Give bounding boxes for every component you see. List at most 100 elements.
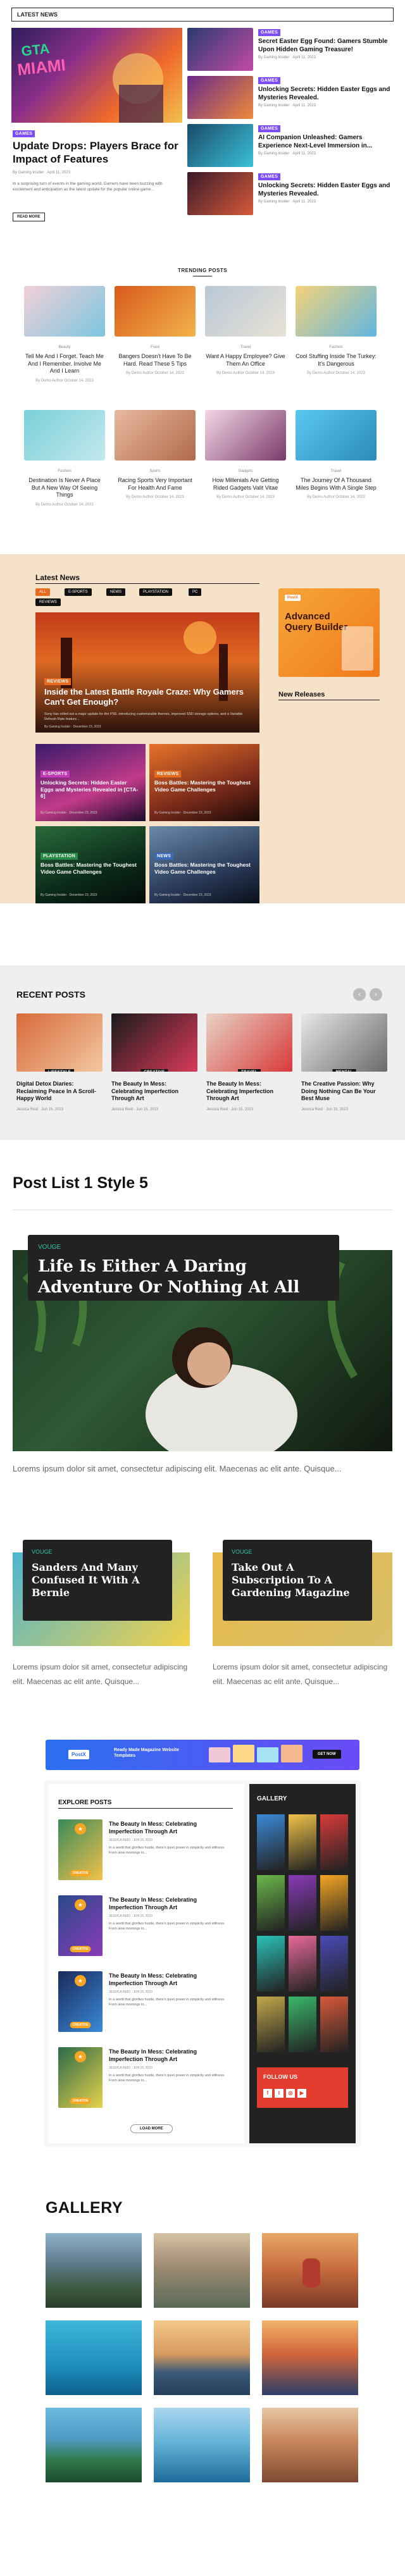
- explore-post-image[interactable]: CREATIVE ★: [58, 1971, 103, 2032]
- trending-post-title[interactable]: Want A Happy Employee? Give Them An Offi…: [205, 353, 286, 368]
- trending-post-card[interactable]: Sports Racing Sports Very Important For H…: [115, 410, 196, 499]
- recent-post-label[interactable]: TRAVEL: [238, 1069, 261, 1072]
- recent-post-label[interactable]: MENTAL: [332, 1069, 356, 1072]
- recent-post-image[interactable]: CREATIVE: [111, 1013, 197, 1072]
- recent-post-card[interactable]: CREATIVE The Beauty In Mess: Celebrating …: [111, 1013, 197, 1112]
- trending-post-image[interactable]: [115, 410, 196, 461]
- explore-gallery-image[interactable]: [289, 1936, 316, 1991]
- explore-post-title[interactable]: The Beauty In Mess: Celebrating Imperfec…: [109, 1897, 229, 1911]
- recent-post-title[interactable]: The Beauty In Mess: Celebrating Imperfec…: [111, 1081, 197, 1103]
- explore-post-badge[interactable]: CREATIVE: [70, 2022, 91, 2028]
- explore-gallery-image[interactable]: [320, 1997, 348, 2052]
- trending-post-image[interactable]: [205, 410, 286, 461]
- template-banner[interactable]: PostX Ready Made Magazine Website Templa…: [46, 1740, 359, 1770]
- trending-post-image[interactable]: [205, 286, 286, 337]
- gaming-grid-badge[interactable]: NEWS: [154, 853, 174, 860]
- recent-post-image[interactable]: TRAVEL: [206, 1013, 292, 1072]
- explore-gallery-image[interactable]: [257, 1997, 285, 2052]
- side-news-title[interactable]: Unlocking Secrets: Hidden Easter Eggs an…: [258, 86, 394, 102]
- trending-post-category[interactable]: Fashion: [296, 345, 377, 349]
- explore-gallery-image[interactable]: [320, 1814, 348, 1870]
- trending-post-title[interactable]: Bangers Doesn't Have To Be Hard. Read Th…: [115, 353, 196, 368]
- trending-post-category[interactable]: Travel: [205, 345, 286, 349]
- recent-post-card[interactable]: MENTAL The Creative Passion: Why Doing No…: [301, 1013, 387, 1112]
- explore-post-badge[interactable]: CREATIVE: [70, 2098, 91, 2104]
- explore-post[interactable]: CREATIVE ★ The Beauty In Mess: Celebrating…: [58, 1819, 235, 1883]
- post-list-main-box[interactable]: VOUGE Life Is Either A Daring Adventure …: [28, 1235, 339, 1301]
- gaming-grid-badge[interactable]: PLAYSTATION: [40, 853, 78, 860]
- gaming-tab[interactable]: NEWS: [106, 588, 125, 596]
- post-card-1-box[interactable]: VOUGE Sanders And Many Confused It With …: [23, 1540, 172, 1621]
- trending-post-image[interactable]: [296, 286, 377, 337]
- recent-post-image[interactable]: MENTAL: [301, 1013, 387, 1072]
- trending-post-card[interactable]: Fashion Cool Stuffing Inside The Turkey: …: [296, 286, 377, 375]
- trending-post-image[interactable]: [296, 410, 377, 461]
- explore-gallery-image[interactable]: [257, 1814, 285, 1870]
- side-news-image[interactable]: [187, 172, 253, 215]
- post-card-1-cat[interactable]: VOUGE: [32, 1549, 53, 1555]
- post-card-2-cat[interactable]: VOUGE: [232, 1549, 252, 1555]
- side-news-badge[interactable]: Games: [258, 173, 281, 180]
- gaming-grid-title[interactable]: Boss Battles: Mastering the Toughest Vid…: [154, 862, 254, 875]
- gallery-image-desert-traveler[interactable]: [262, 2233, 358, 2308]
- trending-post-category[interactable]: Gadgets: [205, 469, 286, 473]
- recent-post-label[interactable]: CREATIVE: [140, 1069, 168, 1072]
- trending-post-title[interactable]: Tell Me And I Forget. Teach Me And I Rem…: [24, 353, 105, 375]
- gaming-hero[interactable]: REVIEWS Inside the Latest Battle Royale …: [35, 612, 259, 733]
- explore-post-image[interactable]: CREATIVE ★: [58, 1819, 103, 1880]
- trending-post-category[interactable]: Food: [115, 345, 196, 349]
- gallery-image-mountains[interactable]: [154, 2233, 250, 2308]
- explore-post[interactable]: CREATIVE ★ The Beauty In Mess: Celebrating…: [58, 1895, 235, 1959]
- trending-post-card[interactable]: Gadgets How Millenials Are Getting Rided …: [205, 410, 286, 499]
- recent-post-label[interactable]: LIFESTYLE: [45, 1069, 74, 1072]
- trending-post-category[interactable]: Travel: [296, 469, 377, 473]
- trending-post-title[interactable]: Racing Sports Very Important For Health …: [115, 477, 196, 492]
- post-card-2-title[interactable]: Take Out A Subscription To A Gardening M…: [232, 1561, 364, 1599]
- side-news-badge[interactable]: Games: [258, 125, 281, 132]
- gaming-tab[interactable]: ALL: [35, 588, 50, 596]
- recent-post-title[interactable]: Digital Detox Diaries: Reclaiming Peace …: [16, 1081, 103, 1103]
- facebook-icon[interactable]: f: [263, 2089, 272, 2098]
- recent-post-title[interactable]: The Beauty In Mess: Celebrating Imperfec…: [206, 1081, 292, 1103]
- side-news-title[interactable]: Secret Easter Egg Found: Gamers Stumble …: [258, 38, 394, 54]
- trending-post-title[interactable]: The Journey Of A Thousand Miles Begins W…: [296, 477, 377, 492]
- gaming-grid-card[interactable]: REVIEWS Boss Battles: Mastering the Tough…: [149, 744, 259, 821]
- twitter-icon[interactable]: t: [275, 2089, 284, 2098]
- gallery-image-mountain-lake[interactable]: [46, 2233, 142, 2308]
- gaming-grid-card[interactable]: PLAYSTATION Boss Battles: Mastering the T…: [35, 826, 146, 903]
- explore-post-title[interactable]: The Beauty In Mess: Celebrating Imperfec…: [109, 2048, 229, 2063]
- side-news-badge[interactable]: Games: [258, 29, 281, 36]
- trending-post-card[interactable]: Fashion Destination Is Never A Place But …: [24, 410, 105, 507]
- gallery-image-canoe[interactable]: [154, 2320, 250, 2395]
- gaming-hero-badge[interactable]: REVIEWS: [44, 678, 72, 685]
- explore-gallery-image[interactable]: [257, 1936, 285, 1991]
- gallery-image-canal-city[interactable]: [262, 2320, 358, 2395]
- gaming-grid-title[interactable]: Boss Battles: Mastering the Toughest Vid…: [154, 779, 254, 793]
- gaming-tab[interactable]: PLAYSTATION: [139, 588, 173, 596]
- explore-post-title[interactable]: The Beauty In Mess: Celebrating Imperfec…: [109, 1972, 229, 1987]
- recent-post-card[interactable]: LIFESTYLE Digital Detox Diaries: Reclaimi…: [16, 1013, 103, 1112]
- trending-post-card[interactable]: Food Bangers Doesn't Have To Be Hard. Rea…: [115, 286, 196, 375]
- recent-post-title[interactable]: The Creative Passion: Why Doing Nothing …: [301, 1081, 387, 1103]
- read-more-button[interactable]: READ MORE: [13, 213, 45, 221]
- gaming-grid-card[interactable]: NEWS Boss Battles: Mastering the Toughest…: [149, 826, 259, 903]
- query-builder-ad[interactable]: PostX Advanced Query Builder: [278, 588, 380, 677]
- explore-gallery-image[interactable]: [289, 1997, 316, 2052]
- trending-post-card[interactable]: Travel Want A Happy Employee? Give Them A…: [205, 286, 286, 375]
- banner-cta-button[interactable]: GET NOW: [313, 1750, 341, 1759]
- explore-post[interactable]: CREATIVE ★ The Beauty In Mess: Celebrating…: [58, 2047, 235, 2110]
- side-news-image[interactable]: [187, 124, 253, 167]
- explore-post-badge[interactable]: CREATIVE: [70, 1870, 91, 1876]
- gallery-image-old-town[interactable]: [262, 2408, 358, 2482]
- youtube-icon[interactable]: ▶: [297, 2089, 306, 2098]
- explore-post[interactable]: CREATIVE ★ The Beauty In Mess: Celebrating…: [58, 1971, 235, 2034]
- post-card-2-box[interactable]: VOUGE Take Out A Subscription To A Garde…: [223, 1540, 372, 1621]
- side-news-image[interactable]: [187, 76, 253, 119]
- main-news-badge[interactable]: Games: [13, 130, 35, 137]
- instagram-icon[interactable]: ◎: [286, 2089, 295, 2098]
- trending-post-card[interactable]: Travel The Journey Of A Thousand Miles Be…: [296, 410, 377, 499]
- gaming-tab[interactable]: PC: [189, 588, 202, 596]
- trending-post-title[interactable]: Destination Is Never A Place But A New W…: [24, 477, 105, 499]
- trending-post-title[interactable]: Cool Stuffing Inside The Turkey: It's Da…: [296, 353, 377, 368]
- trending-post-category[interactable]: Fashion: [24, 469, 105, 473]
